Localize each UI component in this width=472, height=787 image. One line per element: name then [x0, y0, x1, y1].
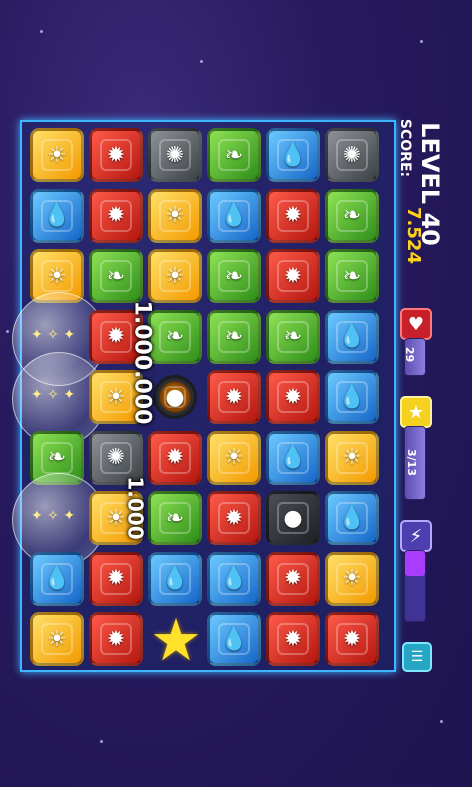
energy-meter-fill: [405, 551, 425, 576]
blue-gem[interactable]: 💧: [207, 612, 261, 666]
red-gem[interactable]: ✹: [89, 612, 143, 666]
green-gem[interactable]: ❧: [148, 491, 202, 545]
yellow-gem[interactable]: ☀: [207, 430, 261, 485]
red-gem[interactable]: ✹: [266, 370, 320, 424]
green-gem[interactable]: ❧: [325, 249, 379, 303]
background-star: [440, 720, 443, 723]
star-mascot-icon: ★: [150, 606, 202, 674]
green-gem[interactable]: ❧: [207, 128, 261, 182]
yellow-gem[interactable]: ☀: [325, 551, 379, 606]
red-gem[interactable]: ✹: [325, 612, 379, 666]
game-board[interactable]: ☀✹✺❧💧✺💧✹☀💧✹❧☀❧☀❧✹❧✹❧❧❧💧☀●✹✹💧❧✺✹☀💧☀☀❧✹●💧💧…: [12, 120, 396, 674]
red-gem[interactable]: ✹: [266, 551, 320, 606]
blue-gem[interactable]: 💧: [266, 430, 320, 485]
hearts-value: 29: [403, 346, 417, 363]
green-gem[interactable]: ❧: [325, 188, 379, 243]
green-gem[interactable]: ❧: [266, 309, 320, 364]
background-star: [40, 30, 43, 33]
yellow-gem[interactable]: ☀: [148, 188, 202, 243]
red-gem[interactable]: ✹: [89, 188, 143, 243]
yellow-gem[interactable]: ☀: [30, 128, 84, 182]
gray-gem[interactable]: ✺: [325, 128, 379, 182]
lightning-icon: ⚡: [400, 520, 432, 552]
blue-gem[interactable]: 💧: [207, 551, 261, 606]
blue-gem[interactable]: 💧: [325, 370, 379, 424]
yellow-gem[interactable]: ☀: [325, 430, 379, 485]
heart-icon: ♥: [400, 308, 432, 340]
stars-value: 3/13: [404, 449, 418, 476]
blue-gem[interactable]: 💧: [325, 491, 379, 545]
red-gem[interactable]: ✹: [266, 249, 320, 303]
background-star: [6, 330, 9, 333]
yellow-gem[interactable]: ☀: [30, 612, 84, 666]
blue-gem[interactable]: 💧: [30, 551, 84, 606]
green-gem[interactable]: ❧: [89, 249, 143, 303]
red-gem[interactable]: ✹: [266, 612, 320, 666]
score-popup-large: 1.000.000: [129, 300, 155, 425]
blue-gem[interactable]: 💧: [266, 128, 320, 182]
gray-gem[interactable]: ✺: [148, 128, 202, 182]
score-value: 7.524: [402, 207, 424, 264]
blue-gem[interactable]: 💧: [148, 551, 202, 606]
background-star: [420, 40, 423, 43]
background-star: [200, 60, 203, 63]
score-label: SCORE:: [397, 118, 414, 178]
green-gem[interactable]: ❧: [148, 309, 202, 364]
green-gem[interactable]: ❧: [207, 309, 261, 364]
blue-gem[interactable]: 💧: [30, 188, 84, 243]
background-star: [100, 740, 103, 743]
energy-meter: [404, 550, 426, 622]
blue-gem[interactable]: 💧: [325, 309, 379, 364]
bomb-gem[interactable]: ●: [153, 375, 197, 419]
dark-gem[interactable]: ●: [266, 491, 320, 545]
red-gem[interactable]: ✹: [207, 491, 261, 545]
star-icon: ★: [400, 396, 432, 428]
yellow-gem[interactable]: ☀: [148, 249, 202, 303]
menu-button[interactable]: ☰: [402, 642, 432, 672]
red-gem[interactable]: ✹: [266, 188, 320, 243]
green-gem[interactable]: ❧: [207, 249, 261, 303]
red-gem[interactable]: ✹: [207, 370, 261, 424]
blue-gem[interactable]: 💧: [207, 188, 261, 243]
score-popup-small: 1.000: [123, 476, 148, 540]
red-gem[interactable]: ✹: [89, 551, 143, 606]
menu-icon: ☰: [410, 649, 424, 665]
red-gem[interactable]: ✹: [89, 128, 143, 182]
red-gem[interactable]: ✹: [148, 430, 202, 485]
